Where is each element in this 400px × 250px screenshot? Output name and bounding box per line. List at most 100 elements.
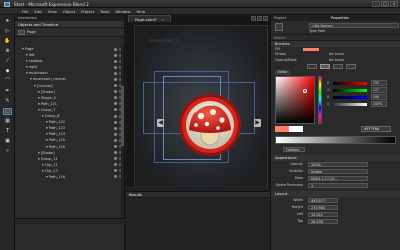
- visibility-eye-icon[interactable]: [114, 145, 117, 148]
- visibility-eye-icon[interactable]: [114, 126, 117, 130]
- channel-slider[interactable]: [333, 96, 367, 100]
- document-tab[interactable]: Page.xaml* x: [128, 15, 171, 22]
- visibility-eye-icon[interactable]: [114, 102, 117, 106]
- channel-label: G: [327, 88, 330, 93]
- split-view-icon[interactable]: [263, 16, 268, 21]
- editor-tab[interactable]: Editor: [275, 70, 291, 76]
- channel-slider[interactable]: [333, 103, 367, 107]
- right-arrow-icon[interactable]: ▶: [254, 119, 261, 127]
- hue-slider[interactable]: [318, 76, 322, 125]
- design-canvas[interactable]: Page.xaml* x Sample Pack 1 ◀ ▶: [126, 15, 270, 191]
- tile-brush-icon[interactable]: [346, 64, 356, 70]
- appearance-input[interactable]: Visible: [308, 169, 368, 175]
- control-tool-icon[interactable]: ▣: [3, 138, 12, 145]
- visibility-eye-icon[interactable]: [114, 157, 117, 161]
- visibility-eye-icon[interactable]: [114, 163, 117, 167]
- solid-brush-icon[interactable]: [320, 64, 330, 70]
- menu-item-window[interactable]: Window: [115, 8, 130, 14]
- menu-item-view[interactable]: View: [48, 8, 57, 14]
- menu-item-edit[interactable]: Edit: [34, 8, 41, 14]
- type-label: Type: [309, 29, 317, 33]
- eyedropper-tool-icon[interactable]: ⁄: [3, 58, 12, 65]
- visibility-eye-icon[interactable]: [114, 47, 117, 51]
- direct-selection-tool-icon[interactable]: ▷: [3, 28, 12, 35]
- pan-tool-icon[interactable]: ✋: [3, 38, 12, 45]
- appearance-input[interactable]: M403.2,17.2Z...: [308, 176, 368, 182]
- visibility-eye-icon[interactable]: [114, 59, 117, 63]
- channel-input[interactable]: 127: [371, 87, 387, 93]
- gradient-brush-icon[interactable]: [333, 64, 343, 70]
- visibility-eye-icon[interactable]: [114, 120, 117, 124]
- visibility-eye-icon[interactable]: [114, 175, 117, 179]
- layout-input[interactable]: 270.983: [308, 205, 338, 211]
- close-tab-icon[interactable]: x: [162, 17, 164, 22]
- tree-scroll-thumb[interactable]: [121, 86, 124, 146]
- pen-tool-icon[interactable]: ✒: [3, 88, 12, 95]
- results-header[interactable]: Results: [126, 192, 270, 198]
- visibility-eye-icon[interactable]: [114, 65, 117, 69]
- pencil-tool-icon[interactable]: ✎: [3, 98, 12, 105]
- visibility-eye-icon[interactable]: [114, 77, 117, 81]
- artboard[interactable]: Sample Pack 1 ◀ ▶: [134, 25, 268, 189]
- channel-input[interactable]: 106: [371, 94, 387, 100]
- options-button[interactable]: Options: [283, 147, 305, 153]
- text-tool-icon[interactable]: T: [3, 128, 12, 135]
- selection-tool-icon[interactable]: ➤: [3, 18, 12, 25]
- name-input[interactable]: <No Name>: [309, 23, 399, 28]
- minimize-icon[interactable]: –: [372, 1, 380, 7]
- rectangle-tool-icon[interactable]: ▭: [3, 108, 12, 115]
- layout-panel-tool-icon[interactable]: ▦: [3, 118, 12, 125]
- visibility-eye-icon[interactable]: [114, 96, 117, 100]
- tree-row-label: left: [28, 53, 35, 58]
- menu-item-tools[interactable]: Tools: [100, 8, 109, 14]
- xaml-view-icon[interactable]: [257, 16, 262, 21]
- visibility-eye-icon[interactable]: [114, 84, 117, 88]
- left-arrow-icon[interactable]: ◀: [157, 119, 164, 127]
- channel-label: R: [327, 81, 330, 86]
- previous-color-swatch: [289, 126, 303, 133]
- mushroom-icon[interactable]: [177, 92, 243, 158]
- visibility-eye-icon[interactable]: [114, 90, 117, 94]
- brush-transform-tool-icon[interactable]: ⌒: [3, 78, 12, 85]
- channel-input[interactable]: 100%: [371, 101, 387, 107]
- visibility-eye-icon[interactable]: [114, 71, 117, 75]
- tree-row-label: Clip_13: [44, 168, 58, 173]
- appearance-input[interactable]: 1: [308, 183, 368, 189]
- tree-scrollbar[interactable]: [121, 46, 124, 216]
- menu-item-object[interactable]: Object: [63, 8, 75, 14]
- paint-bucket-tool-icon[interactable]: ◆: [3, 68, 12, 75]
- maximize-icon[interactable]: □: [381, 1, 389, 7]
- channel-slider[interactable]: [333, 82, 367, 86]
- layout-input[interactable]: 13.021: [308, 212, 338, 218]
- visibility-eye-icon[interactable]: [114, 114, 117, 118]
- close-icon[interactable]: ×: [390, 1, 398, 7]
- color-picker-handle[interactable]: [303, 89, 307, 94]
- visibility-eye-icon[interactable]: [114, 132, 117, 136]
- visibility-eye-icon[interactable]: [114, 53, 117, 57]
- visibility-eye-icon[interactable]: [114, 169, 117, 173]
- brush-row[interactable]: OpacityMask No brush: [271, 58, 400, 63]
- hex-input[interactable]: #FF7F6A: [361, 126, 391, 133]
- asset-library-icon[interactable]: »: [3, 148, 12, 155]
- zoom-tool-icon[interactable]: ⊕: [3, 48, 12, 55]
- gradient-bar[interactable]: [275, 136, 396, 145]
- rgba-row: A 100%: [327, 101, 397, 108]
- channel-slider[interactable]: [333, 89, 367, 93]
- color-picker[interactable]: [275, 76, 315, 125]
- tree-row[interactable]: ▾ Path_116: [15, 174, 125, 180]
- menu-item-project[interactable]: Project: [81, 8, 94, 14]
- layout-input[interactable]: 493.877: [308, 198, 338, 204]
- visibility-eye-icon[interactable]: [114, 108, 117, 112]
- no-brush-icon[interactable]: [307, 64, 317, 70]
- design-view-icon[interactable]: [251, 16, 256, 21]
- menu-item-help[interactable]: Help: [136, 8, 145, 14]
- visibility-eye-icon[interactable]: [114, 151, 117, 155]
- objects-timeline-header[interactable]: Objects and Timeline: [15, 21, 124, 28]
- channel-input[interactable]: 255: [371, 80, 387, 86]
- menu-item-file[interactable]: File: [22, 8, 28, 14]
- tree-row-label: Clip_11: [44, 162, 58, 167]
- layout-input[interactable]: 26.238: [308, 219, 338, 225]
- visibility-eye-icon[interactable]: [114, 138, 117, 142]
- appearance-input[interactable]: 100%: [308, 162, 368, 168]
- scope-up-icon[interactable]: [18, 29, 25, 35]
